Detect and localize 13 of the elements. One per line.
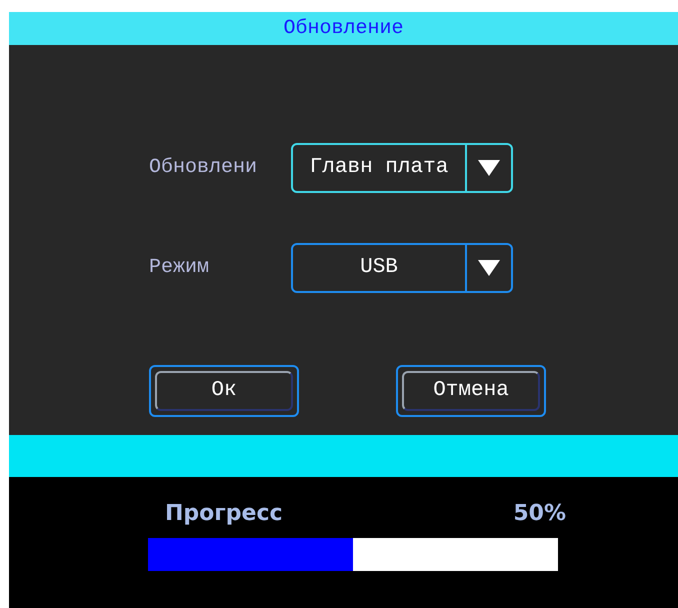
- field-label: Режим: [149, 255, 210, 281]
- dropdown-value: USB: [359, 255, 399, 282]
- caret-icon: [477, 159, 501, 177]
- progress-label: Прогресс: [164, 500, 283, 528]
- dropdown[interactable]: USB: [291, 243, 513, 293]
- progress-reading: 50%: [513, 500, 566, 528]
- dialog-title: Обновление: [283, 16, 404, 42]
- dialog-button[interactable]: Отмена: [396, 365, 546, 417]
- dropdown-value: Главн плата: [308, 155, 450, 182]
- field-label: Обновлени: [149, 155, 258, 181]
- dialog-button[interactable]: Ок: [149, 365, 299, 417]
- caret-icon: [477, 259, 501, 277]
- dropdown[interactable]: Главн плата: [291, 143, 513, 193]
